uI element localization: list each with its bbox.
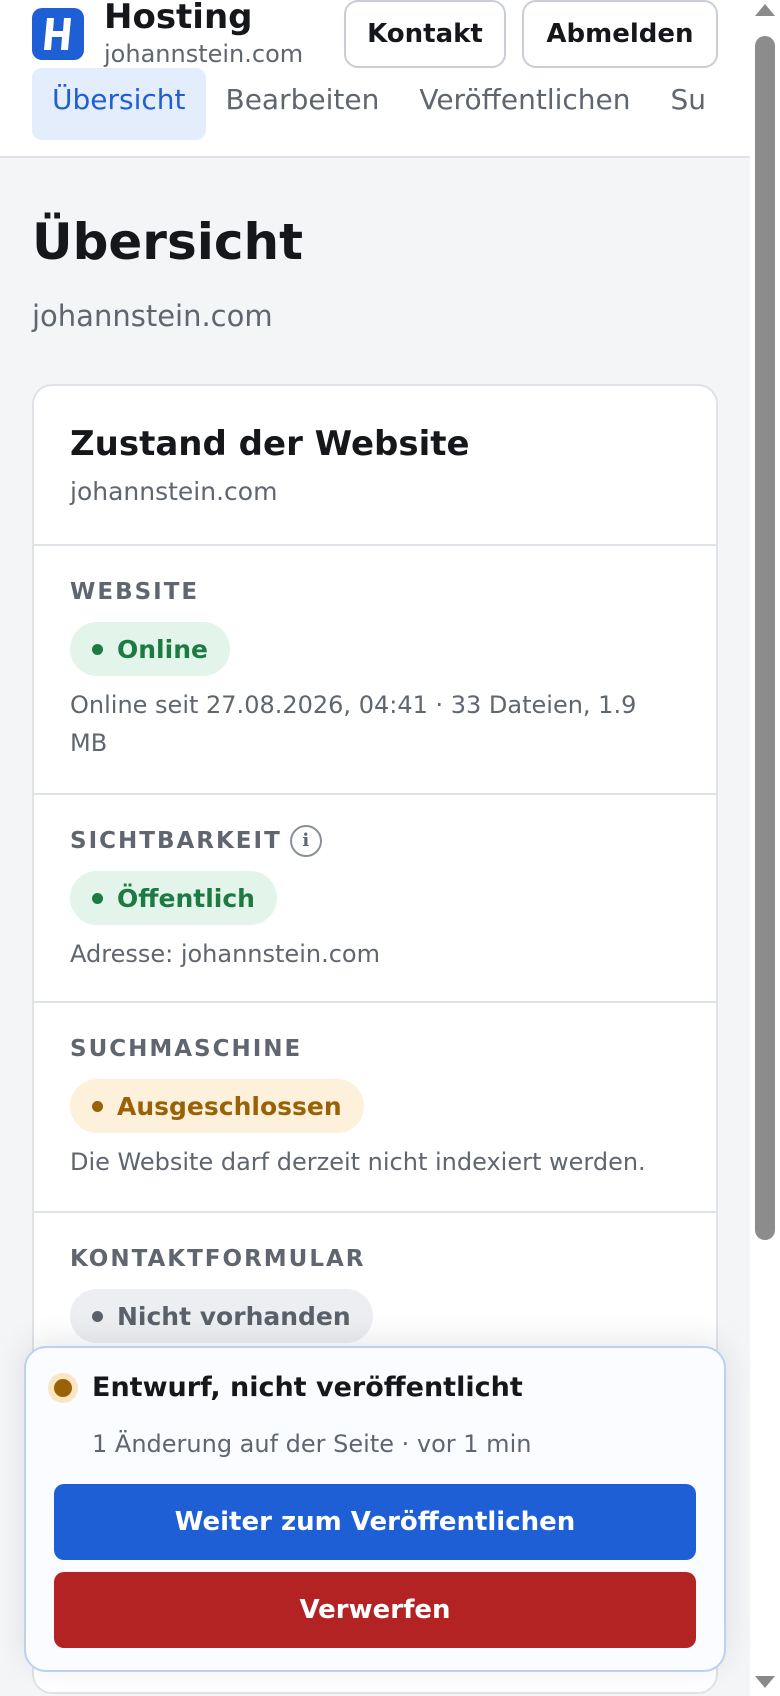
scroll-down-arrow-icon[interactable] xyxy=(755,1676,775,1688)
status-dot-icon xyxy=(92,892,103,904)
draft-subtitle: 1 Änderung auf der Seite · vor 1 min xyxy=(92,1430,532,1458)
info-icon[interactable]: i xyxy=(289,825,322,857)
scrollbar-thumb[interactable] xyxy=(755,36,775,1240)
card-title: Zustand der Website xyxy=(70,424,470,464)
section-visibility: SICHTBARKEIT i Öffentlich Adresse: johan… xyxy=(34,795,716,1003)
section-description: Adresse: johannstein.com xyxy=(70,940,380,968)
page-title: Übersicht xyxy=(32,213,303,271)
section-description: Online seit 27.08.2026, 04:41 · 33 Datei… xyxy=(70,691,637,757)
hosting-logo-icon[interactable] xyxy=(32,8,84,60)
page-subtitle: johannstein.com xyxy=(32,299,273,333)
discard-button[interactable]: Verwerfen xyxy=(54,1572,696,1648)
badge-label: Nicht vorhanden xyxy=(117,1301,351,1331)
hosting-logo-glyph xyxy=(44,18,71,50)
card-subtitle: johannstein.com xyxy=(70,477,278,506)
status-dot-icon xyxy=(92,1310,103,1322)
section-label: KONTAKTFORMULAR xyxy=(70,1246,366,1272)
status-badge-excluded: Ausgeschlossen xyxy=(70,1079,364,1133)
brand-domain: johannstein.com xyxy=(104,40,304,68)
tab-edit[interactable]: Bearbeiten xyxy=(206,68,400,140)
badge-label: Ausgeschlossen xyxy=(117,1091,342,1121)
hosting-overview-page: Hosting johannstein.com Kontakt Abmelden… xyxy=(0,0,780,1696)
section-label: WEBSITE xyxy=(70,579,200,605)
card-header: Zustand der Website johannstein.com xyxy=(34,386,716,546)
badge-label: Öffentlich xyxy=(117,883,255,913)
tab-publish[interactable]: Veröffentlichen xyxy=(399,68,650,140)
badge-label: Online xyxy=(117,634,208,664)
draft-banner: Entwurf, nicht veröffentlicht 1 Änderung… xyxy=(24,1346,726,1672)
scroll-up-arrow-icon[interactable] xyxy=(755,4,775,16)
continue-publish-button[interactable]: Weiter zum Veröffentlichen xyxy=(54,1484,696,1560)
status-dot-icon xyxy=(92,643,103,655)
main-tabs: Übersicht Bearbeiten Veröffentlichen Su xyxy=(32,68,726,140)
section-description: Die Website darf derzeit nicht indexiert… xyxy=(70,1148,646,1176)
logout-button[interactable]: Abmelden xyxy=(522,0,718,68)
section-search-engine: SUCHMASCHINE Ausgeschlossen Die Website … xyxy=(34,1003,716,1213)
status-badge-online: Online xyxy=(70,622,230,676)
brand-title: Hosting xyxy=(104,0,253,37)
app-header: Hosting johannstein.com Kontakt Abmelden… xyxy=(0,0,750,158)
vertical-scrollbar[interactable] xyxy=(750,0,780,1696)
contact-button[interactable]: Kontakt xyxy=(344,0,506,68)
section-label-row: SICHTBARKEIT i xyxy=(70,825,680,857)
draft-title: Entwurf, nicht veröffentlicht xyxy=(92,1372,523,1403)
brand: Hosting johannstein.com xyxy=(32,0,303,68)
status-dot-icon xyxy=(92,1100,103,1112)
tab-truncated[interactable]: Su xyxy=(651,68,727,140)
draft-status: Entwurf, nicht veröffentlicht xyxy=(48,1370,523,1406)
section-website: WEBSITE Online Online seit 27.08.2026, 0… xyxy=(34,546,716,795)
section-label: SUCHMASCHINE xyxy=(70,1036,303,1062)
section-label: SICHTBARKEIT xyxy=(70,828,282,854)
draft-status-dot-icon xyxy=(48,1373,78,1403)
status-badge-missing: Nicht vorhanden xyxy=(70,1289,373,1343)
status-badge-public: Öffentlich xyxy=(70,871,277,925)
tab-overview[interactable]: Übersicht xyxy=(32,68,206,140)
brand-text: Hosting johannstein.com xyxy=(104,0,303,68)
